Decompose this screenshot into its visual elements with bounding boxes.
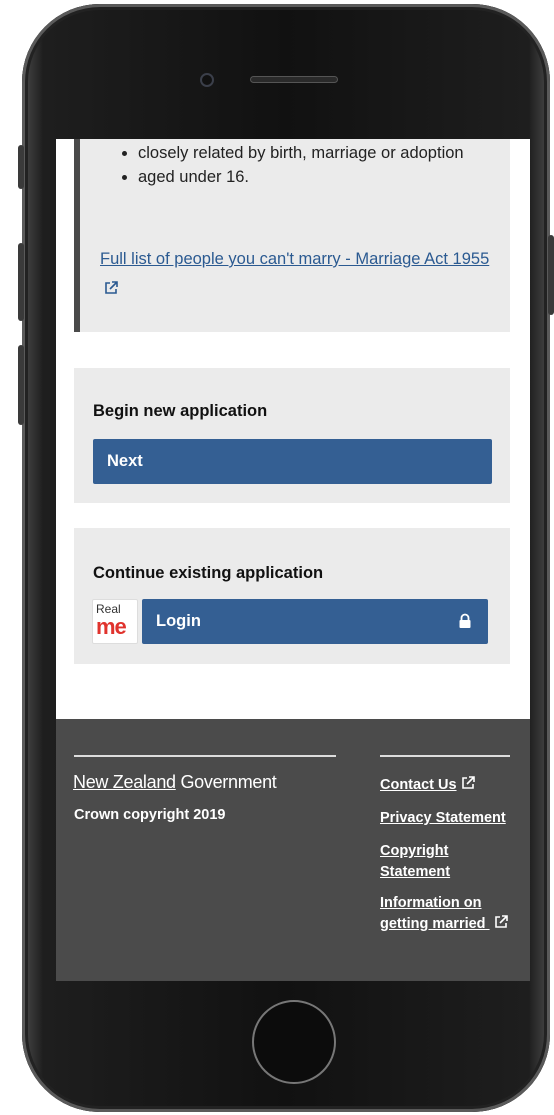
copyright-notice: Crown copyright 2019: [74, 807, 226, 823]
information-getting-married-link[interactable]: Information on getting married: [380, 893, 520, 935]
contact-us-link[interactable]: Contact Us: [380, 775, 520, 796]
copyright-statement-label: Copyright Statement: [380, 843, 451, 880]
eligibility-list: closely related by birth, marriage or ad…: [118, 141, 498, 189]
continue-application-title: Continue existing application: [93, 564, 324, 582]
lock-icon: [459, 613, 471, 628]
marriage-act-link-text: Full list of people you can't marry - Ma…: [100, 250, 490, 268]
volume-up-button: [18, 243, 24, 321]
begin-application-card: Begin new application Next: [74, 368, 510, 503]
next-button[interactable]: Next: [93, 439, 492, 484]
information-getting-married-label: Information on getting married: [380, 895, 486, 932]
external-link-icon: [105, 281, 118, 294]
contact-us-label: Contact Us: [380, 777, 457, 793]
realme-logo-me: me: [96, 614, 127, 639]
marriage-act-link[interactable]: Full list of people you can't marry - Ma…: [100, 244, 500, 304]
footer-divider: [380, 755, 510, 757]
mute-switch: [18, 145, 24, 189]
eligibility-info-panel: closely related by birth, marriage or ad…: [74, 139, 510, 332]
begin-application-title: Begin new application: [93, 402, 268, 420]
login-button-label: Login: [156, 612, 201, 630]
phone-screen: closely related by birth, marriage or ad…: [56, 139, 530, 981]
login-button[interactable]: Login: [142, 599, 488, 644]
copyright-statement-link[interactable]: Copyright Statement: [380, 841, 520, 883]
list-item: aged under 16.: [118, 165, 498, 189]
volume-down-button: [18, 345, 24, 425]
continue-application-card: Continue existing application Real me Lo…: [74, 528, 510, 664]
external-link-icon: [494, 915, 508, 928]
list-item: closely related by birth, marriage or ad…: [118, 141, 498, 165]
govt-logo-government: Government: [175, 772, 277, 792]
front-camera: [200, 73, 214, 87]
footer-divider: [74, 755, 336, 757]
earpiece-speaker: [250, 76, 338, 83]
nz-government-logo[interactable]: New Zealand Government: [73, 772, 277, 793]
privacy-statement-label: Privacy Statement: [380, 810, 506, 826]
home-button[interactable]: [252, 1000, 336, 1084]
external-link-icon: [461, 776, 475, 789]
govt-logo-nz: New Zealand: [73, 772, 176, 792]
site-footer: New Zealand Government Crown copyright 2…: [56, 719, 530, 981]
power-button: [548, 235, 554, 315]
realme-logo: Real me: [92, 599, 138, 644]
footer-links: Contact Us Privacy Statement Copyright S…: [380, 775, 520, 947]
privacy-statement-link[interactable]: Privacy Statement: [380, 808, 520, 829]
